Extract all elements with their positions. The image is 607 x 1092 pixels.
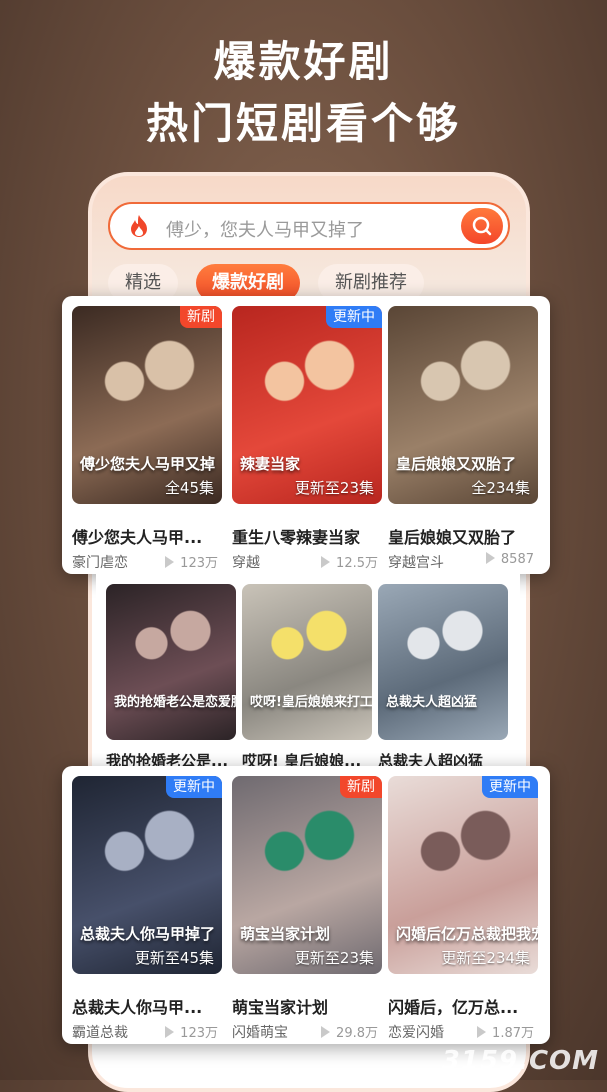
- search-input[interactable]: 傅少，您夫人马甲又掉了: [166, 216, 364, 242]
- poster-title-art: 闪婚后亿万总裁把我宠上天: [396, 925, 538, 943]
- episode-count: 更新至234集: [441, 949, 530, 967]
- play-count: 29.8万: [321, 1022, 378, 1041]
- status-badge: 更新中: [482, 776, 538, 798]
- genre-tag: 豪门虐恋: [72, 555, 128, 571]
- drama-card[interactable]: 哎呀!皇后娘娘来打工 哎呀! 皇后娘娘...: [242, 584, 372, 770]
- hero-subtitle: 热门短剧看个够: [145, 99, 461, 148]
- genre-tag: 穿越: [232, 555, 260, 571]
- drama-card[interactable]: 傅少您夫人马甲又掉 新剧全45集傅少您夫人马甲... 豪门虐恋 123万: [72, 306, 222, 574]
- drama-card[interactable]: 辣妻当家 更新中更新至23集重生八零辣妻当家穿越 12.5万: [232, 306, 382, 574]
- genre-tag: 穿越宫斗: [388, 555, 444, 571]
- drama-poster[interactable]: 闪婚后亿万总裁把我宠上天 更新中更新至234集: [388, 776, 538, 974]
- poster-art: [388, 776, 538, 974]
- episode-count: 更新至23集: [294, 949, 374, 967]
- play-count: 123万: [165, 1022, 218, 1041]
- poster-art: [232, 306, 382, 504]
- search-icon: [472, 216, 492, 236]
- drama-poster[interactable]: 皇后娘娘又双胎了全234集: [388, 306, 538, 504]
- play-count-value: 1.87万: [492, 1026, 534, 1041]
- play-count-value: 29.8万: [336, 1026, 378, 1041]
- play-icon: [485, 552, 495, 564]
- status-badge: 新剧: [340, 776, 382, 798]
- genre-tag: 恋爱闪婚: [388, 1025, 444, 1041]
- drama-title[interactable]: 总裁夫人你马甲...: [72, 994, 222, 1018]
- drama-title[interactable]: 重生八零辣妻当家: [232, 524, 382, 548]
- poster-title-art: 我的抢婚老公是恋爱脑: [114, 695, 236, 710]
- poster-title-art: 哎呀!皇后娘娘来打工: [250, 695, 372, 710]
- play-count: 12.5万: [321, 552, 378, 571]
- drama-poster[interactable]: 哎呀!皇后娘娘来打工: [242, 584, 372, 740]
- search-bar[interactable]: 傅少，您夫人马甲又掉了: [108, 202, 510, 250]
- drama-card[interactable]: 总裁夫人超凶猛 总裁夫人超凶猛: [378, 584, 508, 770]
- play-icon: [321, 1026, 331, 1038]
- play-icon: [477, 1026, 487, 1038]
- drama-title[interactable]: 萌宝当家计划: [232, 994, 382, 1018]
- drama-title[interactable]: 皇后娘娘又双胎了: [388, 524, 538, 548]
- drama-card[interactable]: 皇后娘娘又双胎了 全234集 皇后娘娘又双胎了 穿越宫斗 8587: [388, 306, 538, 574]
- drama-title[interactable]: 闪婚后，亿万总...: [388, 994, 538, 1018]
- poster-art: [232, 776, 382, 974]
- drama-poster[interactable]: 总裁夫人你马甲掉了 更新中更新至45集: [72, 776, 222, 974]
- drama-title[interactable]: 傅少您夫人马甲...: [72, 524, 222, 548]
- genre-tag: 霸道总裁: [72, 1025, 128, 1041]
- search-button[interactable]: [461, 208, 503, 244]
- poster-art: [72, 776, 222, 974]
- poster-title-art: 辣妻当家: [240, 455, 301, 473]
- hero-title: 爆款好剧: [213, 37, 394, 86]
- drama-poster[interactable]: 萌宝当家计划 新剧更新至23集: [232, 776, 382, 974]
- poster-art: [388, 306, 538, 504]
- poster-title-art: 傅少您夫人马甲又掉: [80, 455, 216, 473]
- drama-row-2: 我的抢婚老公是恋爱脑 我的抢婚老公是... 哎呀!皇后娘娘来打工 哎呀! 皇后娘娘..…: [96, 574, 520, 770]
- poster-art: [106, 584, 236, 740]
- status-badge: 更新中: [166, 776, 222, 798]
- drama-row-3: 总裁夫人你马甲掉了 更新中 更新至45集 总裁夫人你马甲... 霸道总裁 123万 萌宝当家…: [62, 766, 550, 1044]
- poster-art: [242, 584, 372, 740]
- drama-poster[interactable]: 总裁夫人超凶猛: [378, 584, 508, 740]
- poster-title-art: 总裁夫人你马甲掉了: [80, 925, 216, 943]
- poster-art: [378, 584, 508, 740]
- poster-title-art: 总裁夫人超凶猛: [386, 695, 478, 710]
- fire-icon: [131, 215, 147, 237]
- genre-tag: 闪婚萌宝: [232, 1025, 288, 1041]
- drama-card[interactable]: 闪婚后亿万总裁把我宠上天 更新中更新至234集闪婚后，亿万总... 恋爱闪婚 1.87…: [388, 776, 538, 1044]
- play-count-value: 12.5万: [336, 556, 378, 571]
- episode-count: 更新至23集: [294, 479, 374, 497]
- status-badge: 新剧: [180, 306, 222, 328]
- status-badge: 更新中: [326, 306, 382, 328]
- episode-count: 全234集: [471, 479, 530, 497]
- drama-row-1: 傅少您夫人马甲又掉 新剧全45集傅少您夫人马甲... 豪门虐恋 123万 辣妻当家 更新中…: [62, 296, 550, 574]
- play-icon: [165, 1026, 175, 1038]
- poster-title-art: 皇后娘娘又双胎了: [396, 455, 517, 473]
- play-count: 8587: [485, 552, 534, 567]
- poster-art: [72, 306, 222, 504]
- episode-count: 全45集: [164, 479, 214, 497]
- play-count-value: 123万: [180, 556, 218, 571]
- drama-poster[interactable]: 辣妻当家 更新中更新至23集: [232, 306, 382, 504]
- drama-poster[interactable]: 傅少您夫人马甲又掉 新剧全45集: [72, 306, 222, 504]
- drama-card[interactable]: 我的抢婚老公是恋爱脑 我的抢婚老公是...: [106, 584, 236, 770]
- watermark: 3159.COM: [441, 1046, 599, 1076]
- play-count: 123万: [165, 552, 218, 571]
- drama-poster[interactable]: 我的抢婚老公是恋爱脑: [106, 584, 236, 740]
- episode-count: 更新至45集: [134, 949, 214, 967]
- drama-card[interactable]: 总裁夫人你马甲掉了 更新中更新至45集总裁夫人你马甲... 霸道总裁 123万: [72, 776, 222, 1044]
- drama-card[interactable]: 萌宝当家计划 新剧 更新至23集 萌宝当家计划 闪婚萌宝 29.8万: [232, 776, 382, 1044]
- play-count: 1.87万: [477, 1022, 534, 1041]
- play-icon: [165, 556, 175, 568]
- play-count-value: 8587: [500, 552, 534, 567]
- play-icon: [321, 556, 331, 568]
- play-count-value: 123万: [180, 1026, 218, 1041]
- poster-title-art: 萌宝当家计划: [240, 925, 331, 943]
